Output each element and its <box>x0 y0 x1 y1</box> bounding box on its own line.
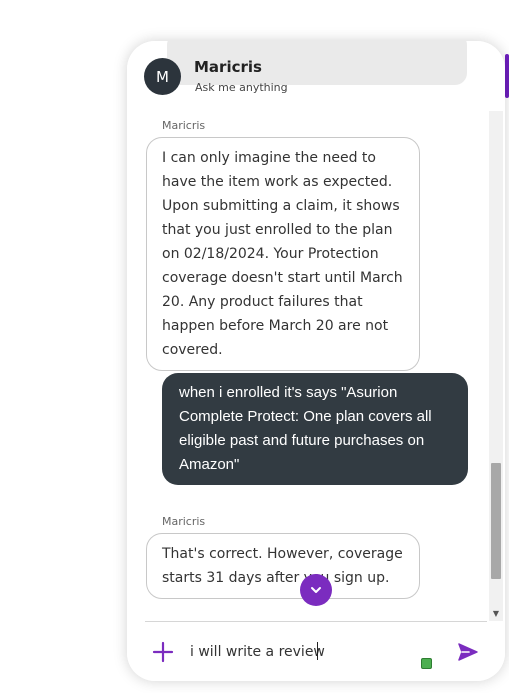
jump-to-latest-button[interactable] <box>300 574 332 606</box>
chat-header: M Maricris Ask me anything <box>127 41 505 111</box>
chevron-down-icon <box>311 587 321 593</box>
user-message-bubble: when i enrolled it's says "Asurion Compl… <box>162 373 468 485</box>
message-composer <box>127 621 505 681</box>
add-attachment-button[interactable] <box>152 641 174 663</box>
page-edge-accent <box>505 54 509 98</box>
agent-subtitle: Ask me anything <box>195 81 288 94</box>
send-icon <box>458 643 478 661</box>
text-caret <box>317 642 318 660</box>
agent-message-bubble: That's correct. However, coverage starts… <box>146 533 420 599</box>
scroll-down-arrow-icon[interactable]: ▼ <box>490 609 502 619</box>
send-button[interactable] <box>457 641 479 663</box>
scrollbar-thumb[interactable] <box>491 463 501 579</box>
message-sender: Maricris <box>162 119 206 132</box>
agent-name: Maricris <box>194 58 262 76</box>
chat-panel: M Maricris Ask me anything Maricris I ca… <box>127 41 505 681</box>
plus-icon <box>152 641 174 663</box>
avatar-initial: M <box>156 67 169 86</box>
message-scrollbar[interactable]: ▼ <box>489 111 503 621</box>
message-sender: Maricris <box>162 515 206 528</box>
connection-status-indicator <box>421 658 432 669</box>
avatar: M <box>144 58 181 95</box>
message-input[interactable] <box>190 640 400 664</box>
agent-message-bubble: I can only imagine the need to have the … <box>146 137 420 371</box>
message-list: Maricris I can only imagine the need to … <box>127 111 489 621</box>
composer-divider <box>145 621 487 622</box>
